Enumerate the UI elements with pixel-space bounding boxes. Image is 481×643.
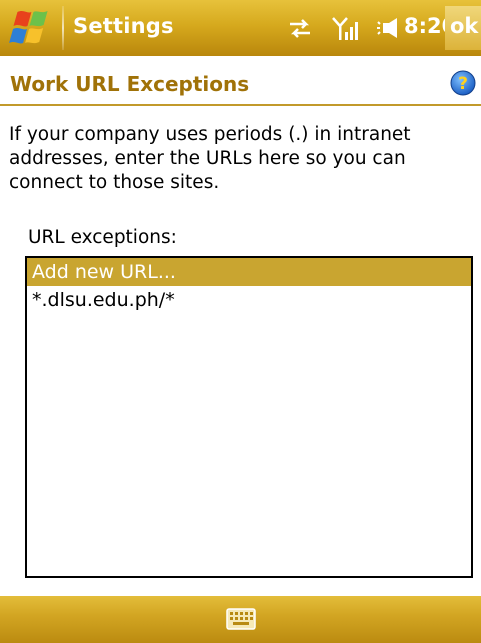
title-divider <box>62 6 64 50</box>
sync-icon[interactable] <box>286 14 314 42</box>
ok-button[interactable]: ok <box>445 6 481 50</box>
title-bar: Settings 8:20 ok <box>0 0 481 56</box>
description-text: If your company uses periods (.) in intr… <box>9 124 411 193</box>
url-exceptions-list[interactable]: Add new URL... *.dlsu.edu.ph/* <box>25 256 473 578</box>
list-item-add-new-url[interactable]: Add new URL... <box>27 258 471 286</box>
list-item-url[interactable]: *.dlsu.edu.ph/* <box>27 286 471 314</box>
app-title: Settings <box>73 14 174 38</box>
header-underline <box>0 104 481 106</box>
page-header: Work URL Exceptions ? <box>0 56 481 108</box>
keyboard-icon[interactable] <box>226 607 256 631</box>
pocket-pc-screen: Settings 8:20 ok Work URL Exceptions ? I… <box>0 0 481 643</box>
url-exceptions-label: URL exceptions: <box>28 227 177 248</box>
menu-bar <box>0 596 481 643</box>
windows-start-icon[interactable] <box>8 8 54 48</box>
ok-button-label: ok <box>450 14 479 38</box>
volume-icon[interactable] <box>374 14 404 42</box>
help-icon[interactable]: ? <box>450 70 476 96</box>
signal-icon[interactable] <box>330 14 360 42</box>
svg-text:?: ? <box>458 74 468 94</box>
page-title: Work URL Exceptions <box>10 72 250 96</box>
